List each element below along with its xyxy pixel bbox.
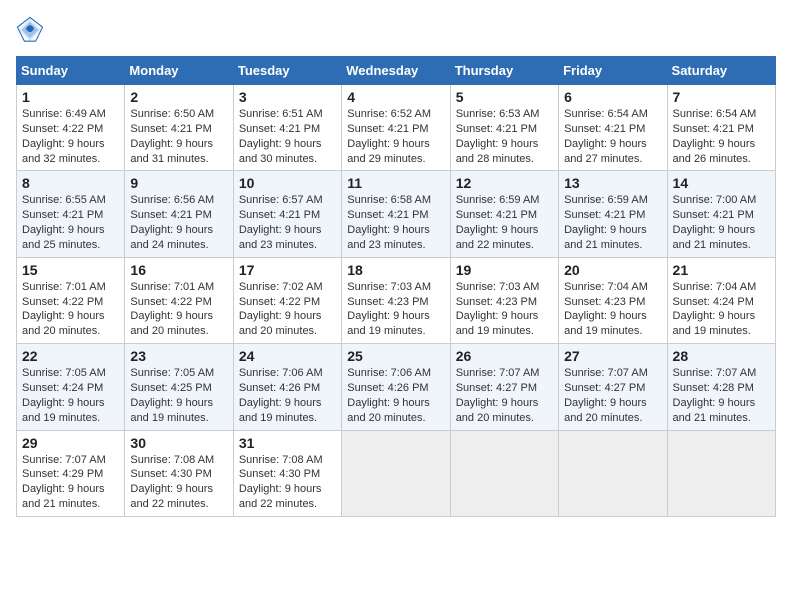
logo-icon (16, 16, 44, 44)
calendar-cell: 15Sunrise: 7:01 AMSunset: 4:22 PMDayligh… (17, 257, 125, 343)
calendar-row: 1Sunrise: 6:49 AMSunset: 4:22 PMDaylight… (17, 85, 776, 171)
calendar-cell: 17Sunrise: 7:02 AMSunset: 4:22 PMDayligh… (233, 257, 341, 343)
calendar-row: 8Sunrise: 6:55 AMSunset: 4:21 PMDaylight… (17, 171, 776, 257)
calendar-row: 29Sunrise: 7:07 AMSunset: 4:29 PMDayligh… (17, 430, 776, 516)
calendar-cell: 6Sunrise: 6:54 AMSunset: 4:21 PMDaylight… (559, 85, 667, 171)
calendar-cell: 31Sunrise: 7:08 AMSunset: 4:30 PMDayligh… (233, 430, 341, 516)
calendar-cell: 28Sunrise: 7:07 AMSunset: 4:28 PMDayligh… (667, 344, 775, 430)
calendar-cell: 16Sunrise: 7:01 AMSunset: 4:22 PMDayligh… (125, 257, 233, 343)
calendar-cell: 3Sunrise: 6:51 AMSunset: 4:21 PMDaylight… (233, 85, 341, 171)
calendar-cell: 26Sunrise: 7:07 AMSunset: 4:27 PMDayligh… (450, 344, 558, 430)
empty-cell (342, 430, 450, 516)
calendar-cell: 21Sunrise: 7:04 AMSunset: 4:24 PMDayligh… (667, 257, 775, 343)
calendar-cell: 18Sunrise: 7:03 AMSunset: 4:23 PMDayligh… (342, 257, 450, 343)
calendar-cell: 19Sunrise: 7:03 AMSunset: 4:23 PMDayligh… (450, 257, 558, 343)
calendar-table: SundayMondayTuesdayWednesdayThursdayFrid… (16, 56, 776, 517)
day-of-week-header: Monday (125, 57, 233, 85)
calendar-cell: 22Sunrise: 7:05 AMSunset: 4:24 PMDayligh… (17, 344, 125, 430)
calendar-cell: 1Sunrise: 6:49 AMSunset: 4:22 PMDaylight… (17, 85, 125, 171)
calendar-cell: 7Sunrise: 6:54 AMSunset: 4:21 PMDaylight… (667, 85, 775, 171)
calendar-cell: 23Sunrise: 7:05 AMSunset: 4:25 PMDayligh… (125, 344, 233, 430)
calendar-row: 15Sunrise: 7:01 AMSunset: 4:22 PMDayligh… (17, 257, 776, 343)
calendar-cell: 13Sunrise: 6:59 AMSunset: 4:21 PMDayligh… (559, 171, 667, 257)
page-header (16, 16, 776, 44)
calendar-cell: 4Sunrise: 6:52 AMSunset: 4:21 PMDaylight… (342, 85, 450, 171)
calendar-cell: 11Sunrise: 6:58 AMSunset: 4:21 PMDayligh… (342, 171, 450, 257)
day-of-week-header: Friday (559, 57, 667, 85)
day-of-week-header: Tuesday (233, 57, 341, 85)
logo (16, 16, 48, 44)
calendar-cell: 9Sunrise: 6:56 AMSunset: 4:21 PMDaylight… (125, 171, 233, 257)
calendar-cell: 8Sunrise: 6:55 AMSunset: 4:21 PMDaylight… (17, 171, 125, 257)
empty-cell (667, 430, 775, 516)
calendar-cell: 27Sunrise: 7:07 AMSunset: 4:27 PMDayligh… (559, 344, 667, 430)
calendar-cell: 2Sunrise: 6:50 AMSunset: 4:21 PMDaylight… (125, 85, 233, 171)
day-of-week-header: Wednesday (342, 57, 450, 85)
calendar-cell: 24Sunrise: 7:06 AMSunset: 4:26 PMDayligh… (233, 344, 341, 430)
calendar-cell: 30Sunrise: 7:08 AMSunset: 4:30 PMDayligh… (125, 430, 233, 516)
day-of-week-header: Thursday (450, 57, 558, 85)
calendar-cell: 29Sunrise: 7:07 AMSunset: 4:29 PMDayligh… (17, 430, 125, 516)
calendar-header-row: SundayMondayTuesdayWednesdayThursdayFrid… (17, 57, 776, 85)
day-of-week-header: Saturday (667, 57, 775, 85)
empty-cell (450, 430, 558, 516)
empty-cell (559, 430, 667, 516)
calendar-cell: 25Sunrise: 7:06 AMSunset: 4:26 PMDayligh… (342, 344, 450, 430)
calendar-row: 22Sunrise: 7:05 AMSunset: 4:24 PMDayligh… (17, 344, 776, 430)
calendar-cell: 20Sunrise: 7:04 AMSunset: 4:23 PMDayligh… (559, 257, 667, 343)
calendar-cell: 5Sunrise: 6:53 AMSunset: 4:21 PMDaylight… (450, 85, 558, 171)
calendar-cell: 14Sunrise: 7:00 AMSunset: 4:21 PMDayligh… (667, 171, 775, 257)
day-of-week-header: Sunday (17, 57, 125, 85)
calendar-cell: 10Sunrise: 6:57 AMSunset: 4:21 PMDayligh… (233, 171, 341, 257)
calendar-cell: 12Sunrise: 6:59 AMSunset: 4:21 PMDayligh… (450, 171, 558, 257)
